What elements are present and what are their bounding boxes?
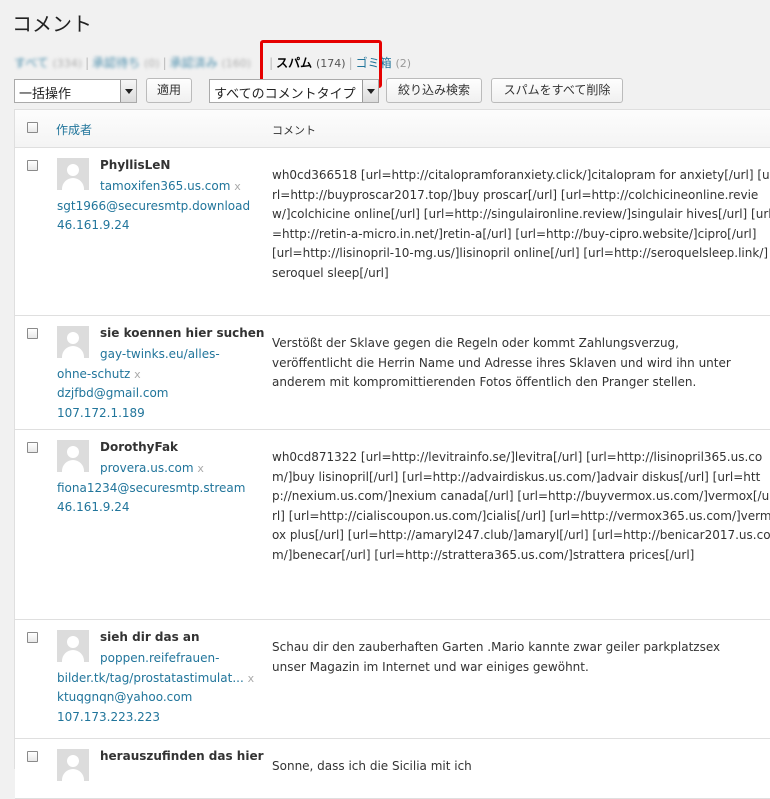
row-checkbox[interactable]	[27, 632, 38, 643]
comment-text: wh0cd871322 [url=http://levitrainfo.se/]…	[272, 450, 770, 562]
filter-all[interactable]: すべて (334)	[14, 54, 82, 71]
table-row: sieh dir das an poppen.reifefrauen- bild…	[15, 620, 770, 739]
filter-button[interactable]: 絞り込み検索	[386, 78, 482, 103]
filter-spam[interactable]: スパム (174)	[276, 54, 345, 71]
author-url-cont[interactable]: ohne-schutz	[57, 367, 130, 381]
comments-table: 作成者 コメント PhyllisLeN tamoxifen365.us.com …	[14, 109, 770, 799]
author-info: provera.us.com x fiona1234@securesmtp.st…	[57, 459, 267, 518]
author-url[interactable]: poppen.reifefrauen-	[100, 651, 219, 665]
row-checkbox[interactable]	[27, 328, 38, 339]
remove-url-icon[interactable]: x	[134, 368, 141, 381]
author-info: poppen.reifefrauen- bilder.tk/tag/prosta…	[57, 649, 267, 727]
apply-button[interactable]: 適用	[146, 78, 192, 103]
table-header: 作成者 コメント	[15, 110, 770, 148]
comment-text: wh0cd366518 [url=http://citalopramforanx…	[272, 168, 770, 280]
author-email[interactable]: ktuqgnqn@yahoo.com	[57, 688, 267, 708]
table-row: DorothyFak provera.us.com x fiona1234@se…	[15, 430, 770, 620]
author-email[interactable]: sgt1966@securesmtp.download	[57, 197, 267, 217]
author-name: sie koennen hier suchen	[100, 326, 265, 340]
author-email[interactable]: dzjfbd@gmail.com	[57, 384, 267, 404]
author-email[interactable]: fiona1234@securesmtp.stream	[57, 479, 267, 499]
row-checkbox[interactable]	[27, 442, 38, 453]
remove-url-icon[interactable]: x	[248, 672, 255, 685]
row-checkbox[interactable]	[27, 751, 38, 762]
comment-text: Sonne, dass ich die Sicilia mit ich	[272, 759, 472, 773]
page-title: コメント	[12, 12, 92, 36]
filter-trash[interactable]: ゴミ箱 (2)	[356, 54, 411, 71]
comment-text: Verstößt der Sklave gegen die Regeln ode…	[272, 336, 731, 389]
table-row: herauszufinden das hier Sonne, dass ich …	[15, 739, 770, 799]
bulk-action-select[interactable]: 一括操作	[14, 79, 137, 103]
comment-text: Schau dir den zauberhaften Garten .Mario…	[272, 640, 721, 674]
chevron-down-icon	[362, 80, 378, 102]
delete-all-spam-button[interactable]: スパムをすべて削除	[491, 78, 623, 103]
author-url[interactable]: provera.us.com	[100, 461, 194, 475]
table-row: PhyllisLeN tamoxifen365.us.com x sgt1966…	[15, 148, 770, 316]
comment-type-select[interactable]: すべてのコメントタイプ	[209, 79, 379, 103]
author-name: DorothyFak	[100, 440, 179, 454]
table-row: sie koennen hier suchen gay-twinks.eu/al…	[15, 316, 770, 430]
column-comment: コメント	[272, 124, 316, 137]
author-ip[interactable]: 46.161.9.24	[57, 498, 267, 518]
select-all-checkbox[interactable]	[27, 122, 38, 133]
author-url[interactable]: tamoxifen365.us.com	[100, 179, 230, 193]
author-name: sieh dir das an	[100, 630, 200, 644]
author-ip[interactable]: 107.173.223.223	[57, 708, 267, 728]
author-url[interactable]: gay-twinks.eu/alles-	[100, 347, 220, 361]
status-filter-links: すべて (334) | 承認待ち (0) | 承認済み (160) | スパム (174) |…	[14, 54, 412, 71]
author-name: PhyllisLeN	[100, 158, 171, 172]
remove-url-icon[interactable]: x	[234, 180, 241, 193]
filter-pending[interactable]: 承認待ち (0)	[92, 54, 159, 71]
column-author[interactable]: 作成者	[56, 121, 92, 138]
author-url-cont[interactable]: bilder.tk/tag/prostatastimulat...	[57, 671, 244, 685]
author-ip[interactable]: 107.172.1.189	[57, 404, 267, 424]
row-checkbox[interactable]	[27, 160, 38, 171]
chevron-down-icon	[120, 80, 136, 102]
remove-url-icon[interactable]: x	[197, 462, 204, 475]
author-name: herauszufinden das hier	[100, 749, 264, 763]
author-ip[interactable]: 46.161.9.24	[57, 216, 267, 236]
author-info: tamoxifen365.us.com x sgt1966@securesmtp…	[57, 177, 267, 236]
avatar	[57, 749, 89, 781]
author-info: gay-twinks.eu/alles- ohne-schutz x dzjfb…	[57, 345, 267, 423]
filter-approved[interactable]: 承認済み (160)	[170, 54, 251, 71]
